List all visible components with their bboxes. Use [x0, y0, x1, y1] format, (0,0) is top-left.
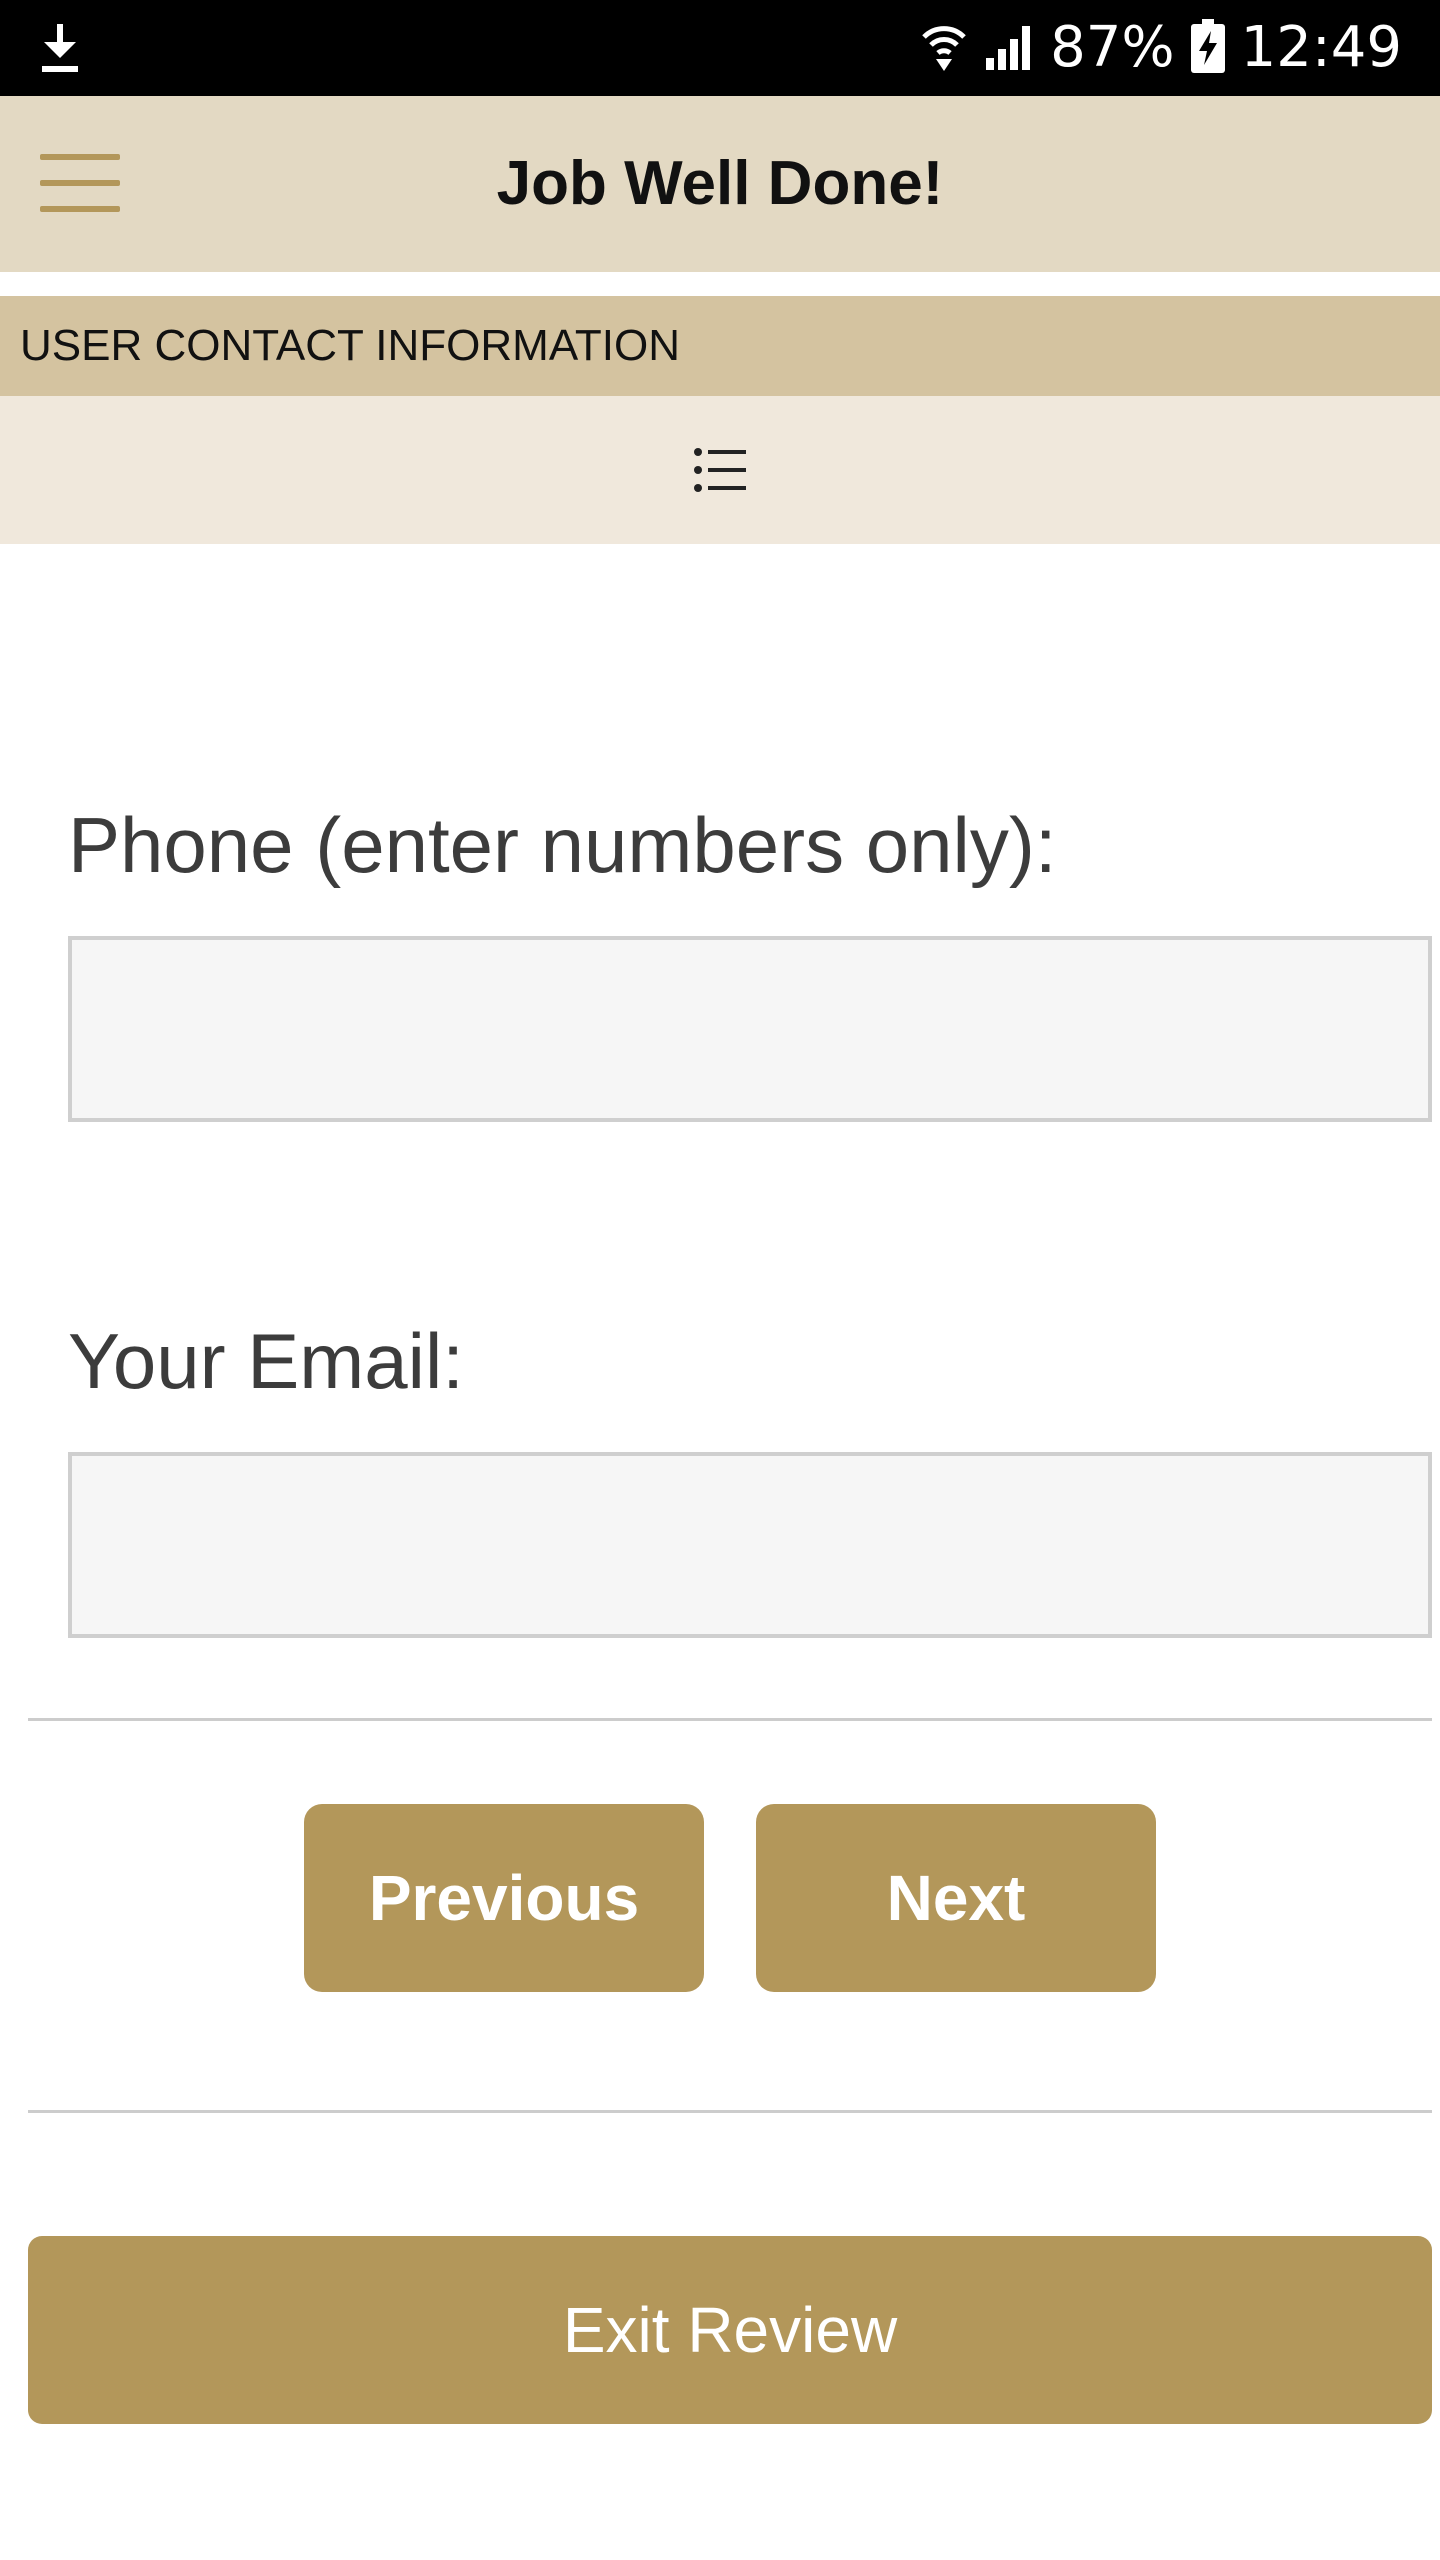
section-title: USER CONTACT INFORMATION — [20, 321, 680, 370]
app-header: Job Well Done! — [0, 96, 1440, 272]
wifi-icon — [920, 21, 968, 76]
divider — [28, 2110, 1432, 2113]
signal-icon — [984, 22, 1034, 75]
battery-charging-icon — [1190, 18, 1225, 78]
download-icon — [38, 22, 82, 74]
divider — [28, 1718, 1432, 1721]
battery-percent: 87% — [1050, 15, 1175, 80]
status-icons: 87% 12:49 — [920, 0, 1402, 96]
email-input[interactable] — [68, 1452, 1432, 1638]
status-bar: 87% 12:49 — [0, 0, 1440, 96]
list-icon[interactable] — [690, 440, 750, 500]
hamburger-menu-icon[interactable] — [40, 154, 120, 214]
section-header: USER CONTACT INFORMATION — [0, 296, 1440, 396]
next-button[interactable]: Next — [756, 1804, 1156, 1992]
phone-label: Phone (enter numbers only): — [68, 801, 1057, 889]
exit-review-button[interactable]: Exit Review — [28, 2236, 1432, 2424]
phone-input[interactable] — [68, 936, 1432, 1122]
clock: 12:49 — [1240, 15, 1402, 80]
page-title: Job Well Done! — [496, 149, 944, 218]
previous-button[interactable]: Previous — [304, 1804, 704, 1992]
email-label: Your Email: — [68, 1317, 464, 1405]
toc-bar — [0, 396, 1440, 544]
